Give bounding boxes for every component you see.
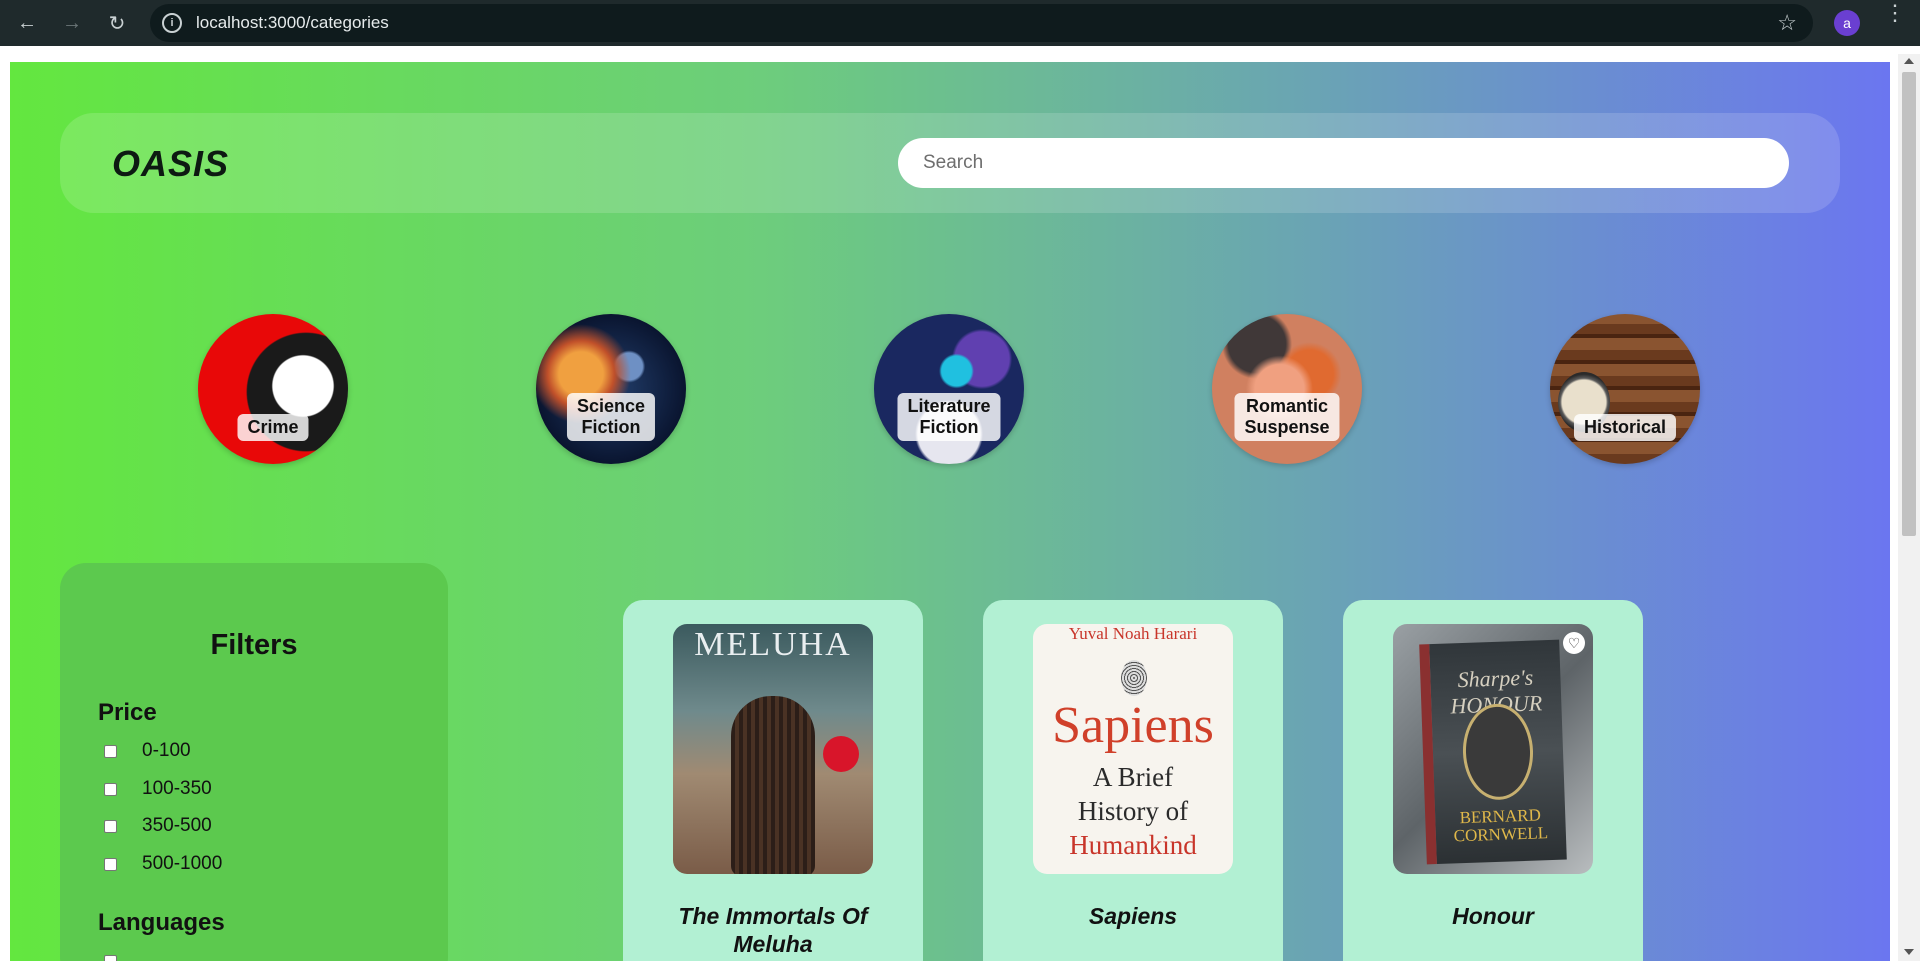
product-title-line2: Meluha	[733, 931, 813, 957]
option-label: 100-350	[142, 778, 212, 799]
category-label-line1: Literature	[907, 396, 991, 416]
category-historical[interactable]: Historical	[1550, 314, 1700, 464]
language-option[interactable]	[104, 950, 117, 961]
book-cover-image[interactable]: Yuval Noah Harari Sapiens A Brief Histor…	[1033, 624, 1233, 874]
bookmark-star-icon[interactable]: ☆	[1777, 10, 1797, 36]
cover-subtitle-line: A Brief	[1092, 762, 1174, 792]
category-label-line1: Romantic	[1245, 396, 1329, 416]
option-label: 350-500	[142, 815, 212, 836]
product-title[interactable]: Sapiens	[1003, 902, 1263, 930]
url-text[interactable]: localhost:3000/categories	[196, 13, 389, 33]
category-label: Romantic Suspense	[1234, 393, 1340, 441]
reload-icon[interactable]: ↻	[102, 8, 132, 38]
category-label: Literature Fiction	[897, 393, 1001, 441]
cover-subtitle-line: History of	[1077, 796, 1189, 826]
category-label-line2: Suspense	[1244, 417, 1330, 437]
fingerprint-image	[1121, 660, 1147, 696]
cover-badge	[823, 736, 859, 772]
scrollbar-thumb[interactable]	[1902, 72, 1916, 536]
browser-menu-icon[interactable]: ⋮	[1884, 2, 1906, 24]
languages-filter-heading: Languages	[98, 909, 225, 936]
product-card[interactable]: MELUHA The Immortals Of Meluha	[623, 600, 923, 961]
checkbox[interactable]	[104, 954, 117, 961]
price-option-350-500[interactable]: 350-500	[104, 815, 212, 837]
option-label: 0-100	[142, 740, 191, 761]
back-icon[interactable]: ←	[12, 8, 42, 38]
category-label-line1: Science	[576, 396, 646, 416]
checkbox[interactable]	[104, 782, 117, 796]
category-crime[interactable]: Crime	[198, 314, 348, 464]
option-label: 500-1000	[142, 853, 223, 874]
product-title-line1: The Immortals Of	[678, 903, 868, 929]
filters-title: Filters	[210, 629, 298, 661]
product-card[interactable]: Yuval Noah Harari Sapiens A Brief Histor…	[983, 600, 1283, 961]
category-label-line2: Fiction	[581, 417, 641, 437]
cover-portrait	[1461, 702, 1535, 802]
cover-author-text: BERNARD CORNWELL	[1435, 805, 1566, 847]
category-label: Crime	[237, 414, 309, 441]
checkbox[interactable]	[104, 744, 117, 758]
checkbox[interactable]	[104, 819, 117, 833]
profile-avatar[interactable]: a	[1834, 10, 1860, 36]
cover-subtitle: A Brief History of Humankind	[1033, 760, 1233, 862]
checkbox[interactable]	[104, 857, 117, 871]
page-background: OASIS Crime Science Fiction Literature F…	[10, 62, 1890, 961]
product-title[interactable]: Honour	[1363, 902, 1623, 930]
product-card[interactable]: Sharpe's HONOUR BERNARD CORNWELL ♡ Honou…	[1343, 600, 1643, 961]
cover-title-text: Sapiens	[1052, 697, 1214, 754]
cover-figure	[731, 696, 815, 874]
book-cover-image[interactable]: MELUHA	[673, 624, 873, 874]
book-cover-image[interactable]: Sharpe's HONOUR BERNARD CORNWELL ♡	[1393, 624, 1593, 874]
cover-title-text: MELUHA	[694, 626, 852, 663]
category-label: Science Fiction	[566, 393, 656, 441]
browser-toolbar: ← → ↻ i localhost:3000/categories ☆ a ⋮	[0, 0, 1920, 46]
price-option-500-1000[interactable]: 500-1000	[104, 853, 222, 875]
price-option-0-100[interactable]: 0-100	[104, 740, 191, 762]
forward-icon[interactable]: →	[57, 8, 87, 38]
scroll-down-icon[interactable]	[1904, 949, 1914, 955]
filters-panel: Filters Price 0-100 100-350 350-500 500-…	[60, 563, 448, 961]
cover-subtitle-line: Humankind	[1069, 830, 1197, 860]
scroll-up-icon[interactable]	[1904, 58, 1914, 64]
cover-author-line: CORNWELL	[1453, 823, 1549, 846]
site-logo[interactable]: OASIS	[112, 143, 229, 185]
price-filter-heading: Price	[98, 699, 157, 726]
heart-icon[interactable]: ♡	[1563, 632, 1585, 654]
category-label-line2: Fiction	[919, 417, 979, 437]
price-option-100-350[interactable]: 100-350	[104, 778, 212, 800]
search-input[interactable]	[898, 138, 1789, 188]
vertical-scrollbar[interactable]	[1898, 54, 1920, 961]
category-science-fiction[interactable]: Science Fiction	[536, 314, 686, 464]
cover-book-photo: Sharpe's HONOUR BERNARD CORNWELL	[1419, 639, 1567, 865]
address-bar[interactable]: i localhost:3000/categories ☆	[150, 4, 1813, 42]
page-viewport: OASIS Crime Science Fiction Literature F…	[0, 46, 1920, 961]
category-romantic-suspense[interactable]: Romantic Suspense	[1212, 314, 1362, 464]
cover-author-text: Yuval Noah Harari	[1068, 624, 1198, 643]
product-title[interactable]: The Immortals Of Meluha	[643, 902, 903, 958]
site-header: OASIS	[60, 113, 1840, 213]
site-info-icon[interactable]: i	[162, 13, 182, 33]
category-label: Historical	[1573, 414, 1677, 441]
category-literature-fiction[interactable]: Literature Fiction	[874, 314, 1024, 464]
